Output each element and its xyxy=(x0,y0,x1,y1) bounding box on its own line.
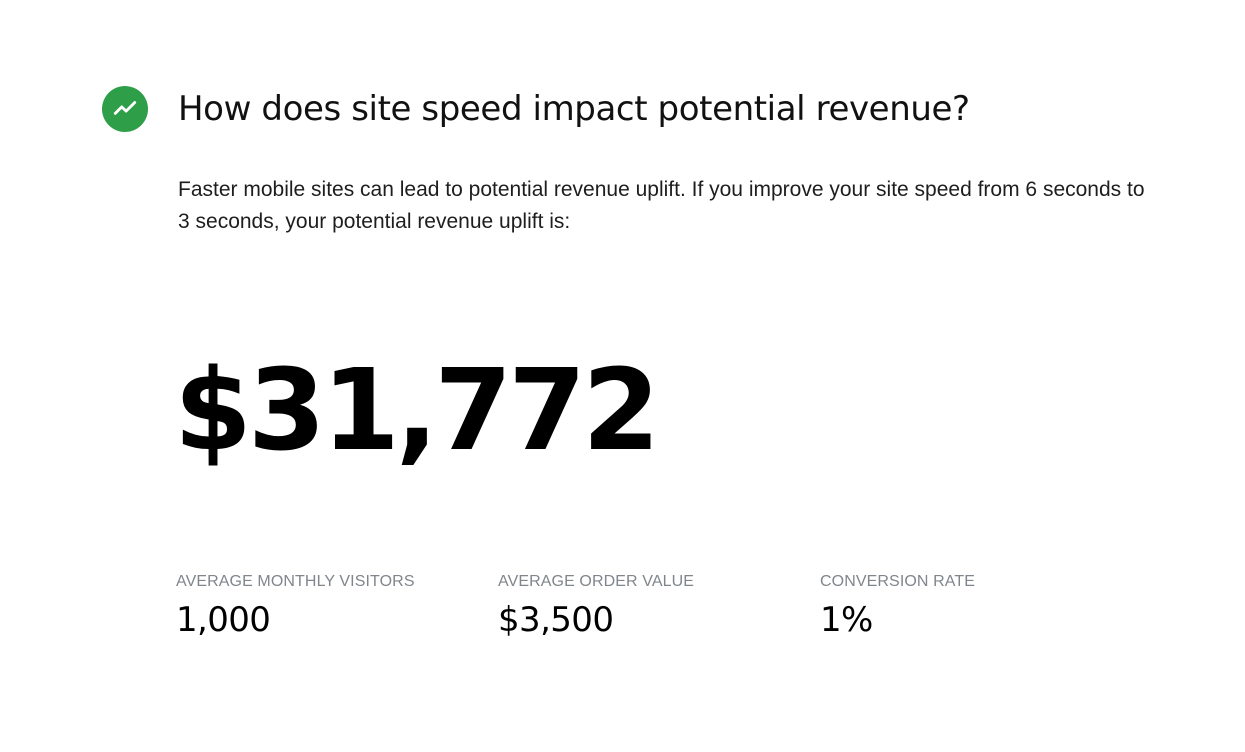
stat-conversion-rate: CONVERSION RATE 1% xyxy=(820,570,975,642)
revenue-impact-section: How does site speed impact potential rev… xyxy=(0,0,1245,752)
revenue-uplift-value: $31,772 xyxy=(174,346,660,476)
stat-order-value: AVERAGE ORDER VALUE $3,500 xyxy=(498,570,694,642)
stat-label: CONVERSION RATE xyxy=(820,573,975,590)
stat-label: AVERAGE MONTHLY VISITORS xyxy=(176,573,415,590)
stat-value: 1,000 xyxy=(176,600,271,640)
stat-label: AVERAGE ORDER VALUE xyxy=(498,573,695,590)
stat-value: 1% xyxy=(820,600,873,640)
stat-value: $3,500 xyxy=(498,600,614,640)
trending-up-icon xyxy=(102,86,148,132)
section-description: Faster mobile sites can lead to potentia… xyxy=(178,178,1145,233)
trending-up-glyph xyxy=(113,101,137,115)
section-heading: How does site speed impact potential rev… xyxy=(178,89,970,129)
stat-monthly-visitors: AVERAGE MONTHLY VISITORS 1,000 xyxy=(176,570,415,642)
